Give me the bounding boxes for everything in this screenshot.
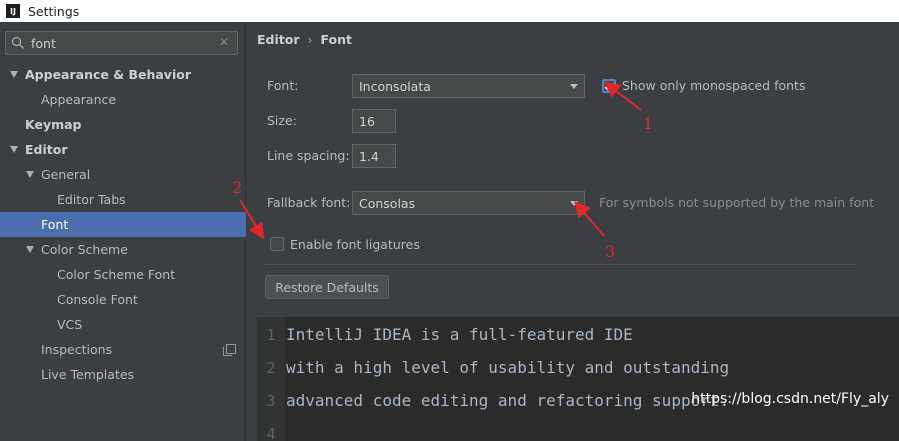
arrow-2 xyxy=(239,199,265,240)
annotation-3: 3 xyxy=(605,242,616,261)
annotation-2: 2 xyxy=(232,178,243,197)
annotation-arrows xyxy=(239,81,642,240)
watermark: https://blog.csdn.net/Fly_aly xyxy=(691,391,889,407)
annotation-1: 1 xyxy=(643,114,654,133)
arrow-3 xyxy=(574,200,605,237)
arrow-1 xyxy=(603,81,642,111)
